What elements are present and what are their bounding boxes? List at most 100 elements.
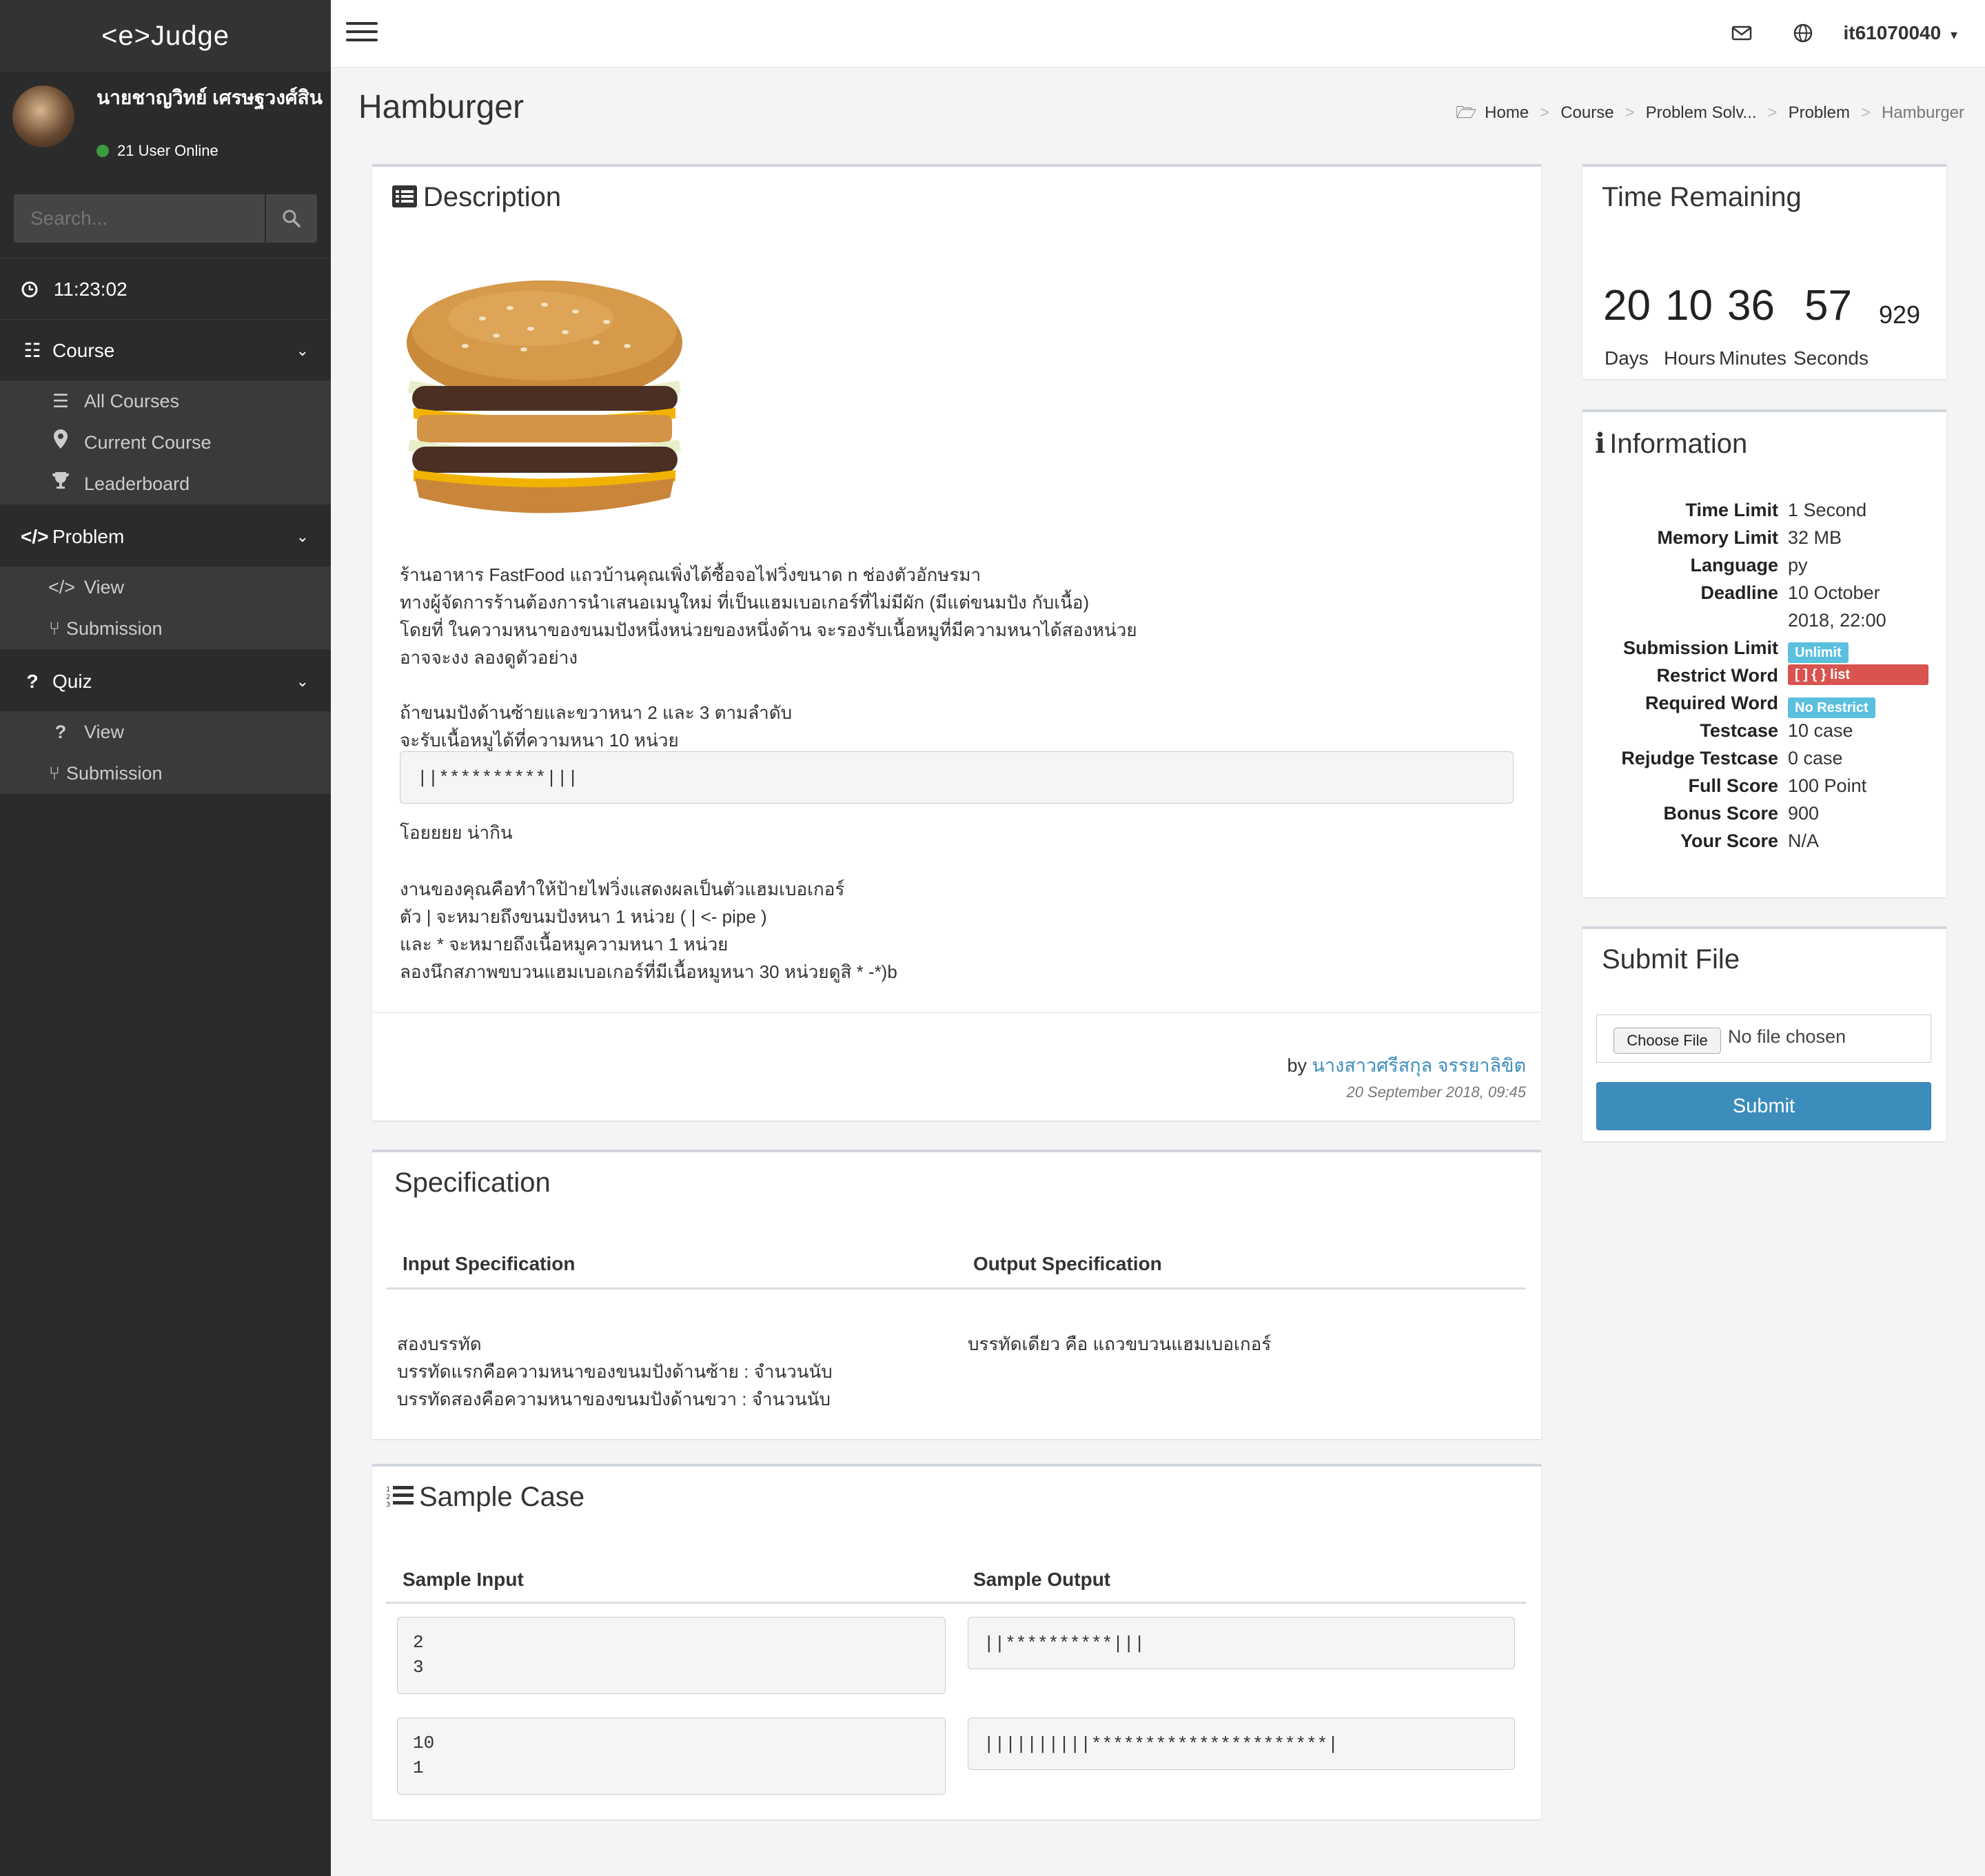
breadcrumb-separator: > — [1540, 103, 1550, 122]
sidebar-search — [14, 194, 317, 243]
sidebar-item-all-courses[interactable]: ☰ All Courses — [3, 380, 331, 422]
menu-course-header[interactable]: ☷ Course ⌄ — [0, 321, 331, 380]
description-box: Description ร้านอาหาร FastFood แถวบ้านคุ… — [372, 164, 1541, 1121]
menu-quiz-label: Quiz — [52, 671, 92, 692]
info-key: Submission Limit — [1622, 638, 1778, 658]
countdown-minutes: 36 — [1727, 282, 1775, 329]
menu-course-items: ☰ All Courses Current Course Leaderboard — [0, 380, 331, 504]
info-value: py — [1788, 555, 1808, 575]
description-paragraph-3: โอยยยย น่ากิน — [400, 822, 513, 843]
restrict-word-badge: [ ] { } list — [1788, 664, 1928, 685]
search-button[interactable] — [265, 194, 317, 243]
menu-toggle-icon[interactable] — [346, 22, 378, 47]
envelope-icon[interactable] — [1731, 21, 1752, 49]
author-link[interactable]: นางสาวศรีสกุล จรรยาลิขิต — [1312, 1055, 1526, 1076]
top-navbar: it61070040 ▾ — [331, 0, 1985, 68]
info-value: 32 MB — [1788, 527, 1842, 548]
caret-down-icon: ▾ — [1950, 28, 1957, 43]
sample-input-1: 2 3 — [397, 1617, 946, 1694]
svg-text:2: 2 — [386, 1493, 390, 1501]
info-value: 1 Second — [1788, 500, 1867, 520]
breadcrumb-course[interactable]: Course — [1560, 103, 1614, 122]
search-icon — [283, 210, 301, 227]
info-key: Required Word — [1645, 693, 1778, 713]
chevron-down-icon: ⌄ — [296, 342, 309, 359]
sidebar-item-quiz-submission[interactable]: ⑂ Submission — [3, 753, 331, 794]
menu-course-label: Course — [52, 340, 115, 361]
list-ol-icon: 123 — [386, 1486, 414, 1509]
choose-file-button[interactable]: Choose File — [1614, 1028, 1721, 1054]
info-key: Language — [1690, 555, 1778, 575]
clock-icon — [21, 281, 38, 298]
sample-case-title-text: Sample Case — [419, 1482, 585, 1512]
breadcrumb-separator: > — [1767, 103, 1778, 122]
sample-input-line: 2 — [413, 1632, 424, 1653]
info-value: 10 case — [1788, 720, 1853, 741]
sidebar-item-label: All Courses — [84, 391, 180, 411]
sidebar-item-quiz-view[interactable]: ? View — [3, 711, 331, 753]
countdown-minutes-label: Minutes — [1719, 347, 1787, 369]
menu-problem-header[interactable]: </> Problem ⌄ — [0, 507, 331, 567]
description-line: ร้านอาหาร FastFood แถวบ้านคุณเพิ่งได้ซื้… — [400, 564, 981, 585]
page: { "app": {"logo": "<e>Judge"}, "user": {… — [0, 0, 1985, 1876]
description-paragraph-2: ถ้าขนมปังด้านซ้ายและขวาหนา 2 และ 3 ตามลำ… — [400, 699, 792, 754]
chevron-down-icon: ⌄ — [296, 528, 309, 545]
info-value: N/A — [1788, 830, 1820, 851]
user-avatar — [12, 85, 74, 147]
user-menu[interactable]: it61070040 ▾ — [1843, 22, 1957, 44]
sidebar-item-problem-view[interactable]: </> View — [3, 567, 331, 608]
user-panel: นายชาญวิทย์ เศรษฐวงศ์สิน 21 User Online — [12, 81, 323, 159]
input-spec-text: สองบรรทัด บรรทัดแรกคือความหนาของขนมปังด้… — [397, 1330, 833, 1413]
time-remaining-title: Time Remaining — [1602, 182, 1802, 212]
sidebar-item-label: Current Course — [84, 432, 212, 453]
app-logo[interactable]: <e>Judge — [0, 0, 331, 72]
breadcrumb-problem-solving[interactable]: Problem Solv... — [1646, 103, 1757, 122]
description-line: งานของคุณคือทำให้ป้ายไฟวิ่งแสดงผลเป็นตัว… — [400, 879, 845, 899]
info-key: Testcase — [1700, 720, 1778, 741]
description-title-text: Description — [423, 182, 562, 212]
breadcrumb-problem[interactable]: Problem — [1789, 103, 1850, 122]
description-line: ทางผู้จัดการร้านต้องการนำเสนอเมนูใหม่ ที… — [400, 592, 1090, 613]
sidebar-item-current-course[interactable]: Current Course — [3, 422, 331, 463]
input-spec-header: Input Specification — [403, 1253, 576, 1274]
file-input[interactable]: Choose File No file chosen — [1596, 1015, 1931, 1063]
sidebar-item-label: Submission — [66, 763, 163, 784]
info-icon: i — [1595, 427, 1606, 460]
sidebar-item-label: View — [84, 577, 125, 598]
globe-icon[interactable] — [1792, 21, 1814, 49]
spec-header-divider — [386, 1287, 1526, 1289]
menu-quiz: ? Quiz ⌄ ? View ⑂ Submission — [0, 652, 331, 794]
info-value: 0 case — [1788, 748, 1843, 768]
sidebar-item-leaderboard[interactable]: Leaderboard — [3, 463, 331, 504]
by-label: by — [1287, 1055, 1307, 1076]
submit-file-title: Submit File — [1602, 944, 1740, 975]
sidebar-item-problem-submission[interactable]: ⑂ Submission — [3, 608, 331, 649]
online-count: 21 User Online — [117, 142, 218, 159]
submit-file-box: Submit File Choose File No file chosen S… — [1582, 926, 1946, 1141]
tasks-icon: ☷ — [23, 340, 41, 361]
search-input[interactable] — [14, 194, 265, 243]
breadcrumb-home[interactable]: Home — [1485, 103, 1529, 122]
description-title: Description — [391, 182, 561, 213]
sidebar-item-label: Leaderboard — [84, 473, 190, 494]
description-paragraph-1: ร้านอาหาร FastFood แถวบ้านคุณเพิ่งได้ซื้… — [400, 561, 1137, 671]
submit-button[interactable]: Submit — [1596, 1082, 1931, 1130]
menu-problem-label: Problem — [52, 526, 125, 547]
menu-course: ☷ Course ⌄ ☰ All Courses Current Course Lea… — [0, 321, 331, 504]
clock-time: 11:23:02 — [53, 278, 128, 300]
chevron-down-icon: ⌄ — [296, 673, 309, 690]
sidebar-item-label: Submission — [66, 618, 163, 639]
publish-date: 20 September 2018, 09:45 — [1346, 1083, 1526, 1101]
description-line: จะรับเนื้อหมูได้ที่ความหนา 10 หน่วย — [400, 730, 679, 751]
user-name: นายชาญวิทย์ เศรษฐวงศ์สิน — [96, 87, 323, 108]
hamburger-image — [407, 281, 682, 513]
info-key: Full Score — [1688, 775, 1778, 796]
description-line: โดยที่ ในความหนาของขนมปังหนึ่งหน่วยของหน… — [400, 620, 1137, 640]
info-value: No Restrict — [1788, 692, 1875, 720]
server-clock: 11:23:02 — [0, 258, 331, 320]
menu-quiz-header[interactable]: ? Quiz ⌄ — [0, 652, 331, 711]
time-remaining-box: Time Remaining 20 10 36 57 929 Days Hour… — [1582, 164, 1946, 379]
breadcrumb-separator: > — [1860, 103, 1871, 122]
page-title: Hamburger — [358, 89, 525, 125]
sample-input-header: Sample Input — [403, 1569, 524, 1590]
